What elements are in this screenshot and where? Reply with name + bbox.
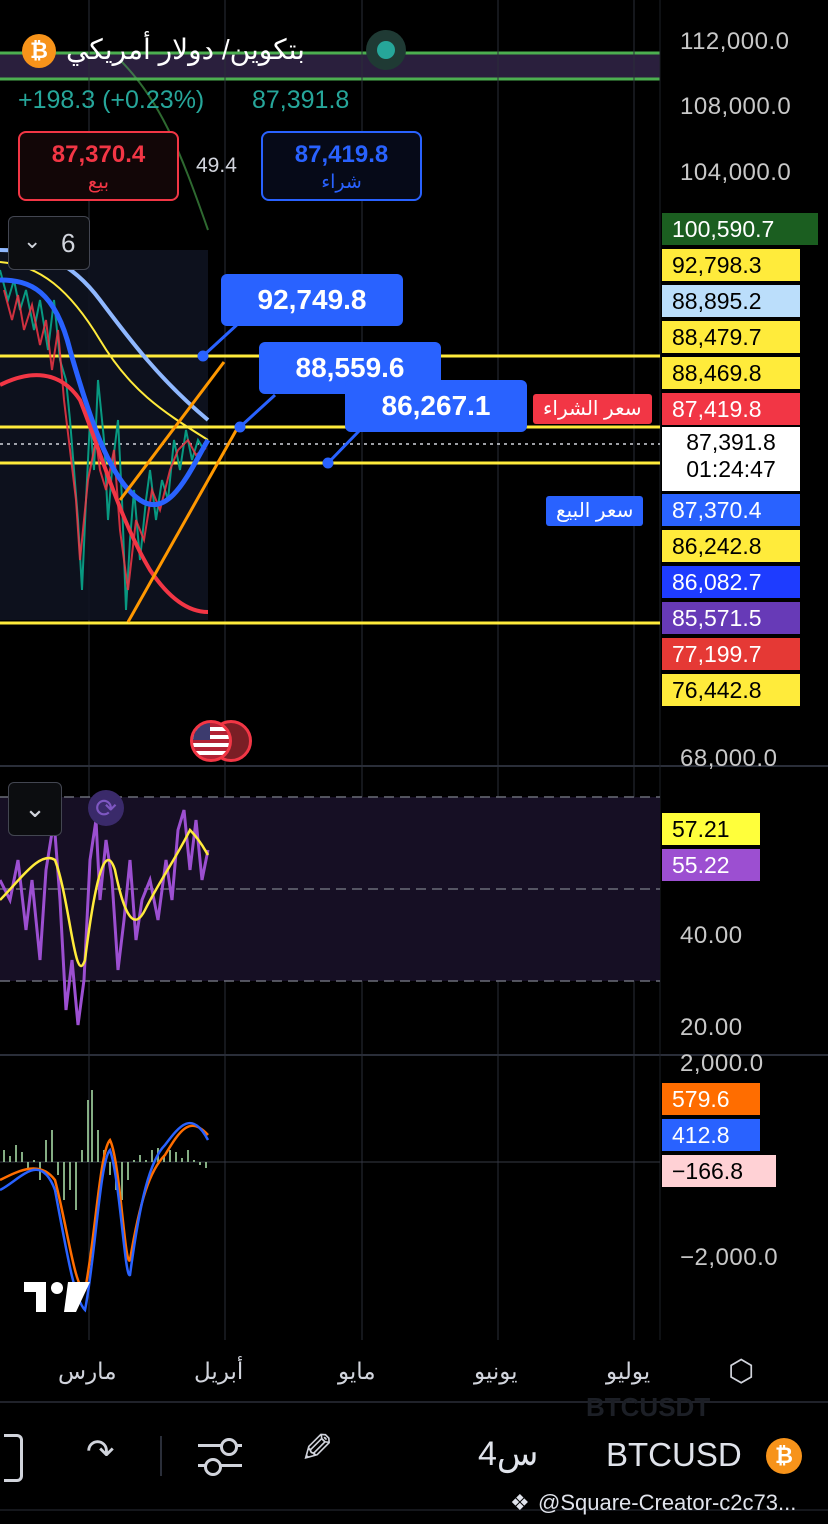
time-axis-label: يونيو [474, 1358, 518, 1384]
axis-tick: −2,000.0 [680, 1244, 779, 1271]
settings-hexagon-icon[interactable]: ⬡ [728, 1354, 754, 1389]
buy-button[interactable]: 87,419.8 شراء [261, 131, 422, 201]
binance-icon: ❖ [510, 1490, 530, 1515]
chevron-down-icon: ⌄ [24, 793, 46, 823]
us-flag-icon [190, 720, 232, 762]
axis-tick: 108,000.0 [680, 93, 792, 120]
bitcoin-icon: ₿ [22, 34, 56, 68]
price-label: 100,590.7 [662, 213, 818, 245]
price-label: 92,798.3 [662, 249, 800, 281]
toolbar-divider [160, 1436, 162, 1476]
axis-tick: 112,000.0 [680, 28, 790, 55]
chevron-down-icon: ⌄ [23, 228, 42, 253]
bar-countdown: 01:24:47 [686, 456, 776, 482]
axis-tick: 104,000.0 [680, 159, 792, 186]
rsi-label: 55.22 [662, 849, 760, 881]
axis-tick: 2,000.0 [680, 1050, 764, 1077]
price-label: 86,242.8 [662, 530, 800, 562]
creator-credit: @Square-Creator-c2c73... [538, 1490, 797, 1515]
tradingview-logo [24, 1280, 92, 1319]
current-price-label: 87,391.8 01:24:47 [662, 427, 800, 491]
macd-label: 412.8 [662, 1119, 760, 1151]
indicators-settings-icon[interactable] [198, 1436, 242, 1476]
price-label: 87,419.8 [662, 393, 800, 425]
sell-label: بيع [87, 172, 110, 193]
time-axis-label: مايو [338, 1358, 376, 1384]
price-label: 85,571.5 [662, 602, 800, 634]
rsi-label: 57.21 [662, 813, 760, 845]
price-change: +198.3 (+0.23%) [18, 86, 205, 114]
axis-tick: 40.00 [680, 922, 743, 949]
last-price: 87,391.8 [252, 86, 350, 114]
buy-label: شراء [321, 172, 362, 193]
indicators-toggle[interactable]: ⌄ 6 [8, 216, 90, 270]
economic-event-icon[interactable] [190, 718, 252, 762]
macd-label: 579.6 [662, 1083, 760, 1115]
callout-3[interactable]: 86,267.1 [345, 380, 527, 432]
price-label: 87,370.4 [662, 494, 800, 526]
spread-value: 49.4 [196, 154, 237, 177]
rsi-collapse-button[interactable]: ⌄ [8, 782, 62, 836]
chart-screen: ₿ بتكوين/ دولار أمريكي +198.3 (+0.23%) 8… [0, 0, 828, 1524]
bitcoin-icon: ₿ [766, 1438, 802, 1474]
price-label: 76,442.8 [662, 674, 800, 706]
market-status-icon[interactable] [366, 30, 406, 70]
price-label: 88,469.8 [662, 357, 800, 389]
price-label: 77,199.7 [662, 638, 800, 670]
axis-tick: 20.00 [680, 1014, 743, 1041]
fullscreen-icon[interactable] [4, 1434, 23, 1482]
symbol-watermark: BTCUSDT [586, 1392, 711, 1422]
ask-tag: سعر الشراء [533, 394, 652, 424]
indicator-count: 6 [61, 228, 76, 258]
time-axis-label: يوليو [606, 1358, 651, 1384]
symbol-button[interactable]: BTCUSD [606, 1436, 742, 1474]
time-axis-label: مارس [58, 1358, 117, 1384]
callout-1[interactable]: 92,749.8 [221, 274, 403, 326]
time-axis-label: أبريل [194, 1358, 244, 1384]
refresh-icon[interactable]: ⟳ [88, 790, 124, 826]
macd-label: −166.8 [662, 1155, 776, 1187]
sell-button[interactable]: 87,370.4 بيع [18, 131, 179, 201]
symbol-title[interactable]: بتكوين/ دولار أمريكي [66, 33, 305, 66]
sell-price: 87,370.4 [51, 141, 146, 168]
axis-tick: 68,000.0 [680, 745, 778, 772]
price-label: 86,082.7 [662, 566, 800, 598]
bid-tag: سعر البيع [546, 496, 644, 526]
current-price: 87,391.8 [686, 429, 776, 455]
price-label: 88,895.2 [662, 285, 800, 317]
redo-icon[interactable]: ↷ [86, 1432, 115, 1472]
drawing-pen-icon[interactable]: ✎ [300, 1426, 334, 1472]
buy-price: 87,419.8 [294, 141, 389, 168]
price-label: 88,479.7 [662, 321, 800, 353]
interval-button[interactable]: 4س [478, 1434, 538, 1474]
